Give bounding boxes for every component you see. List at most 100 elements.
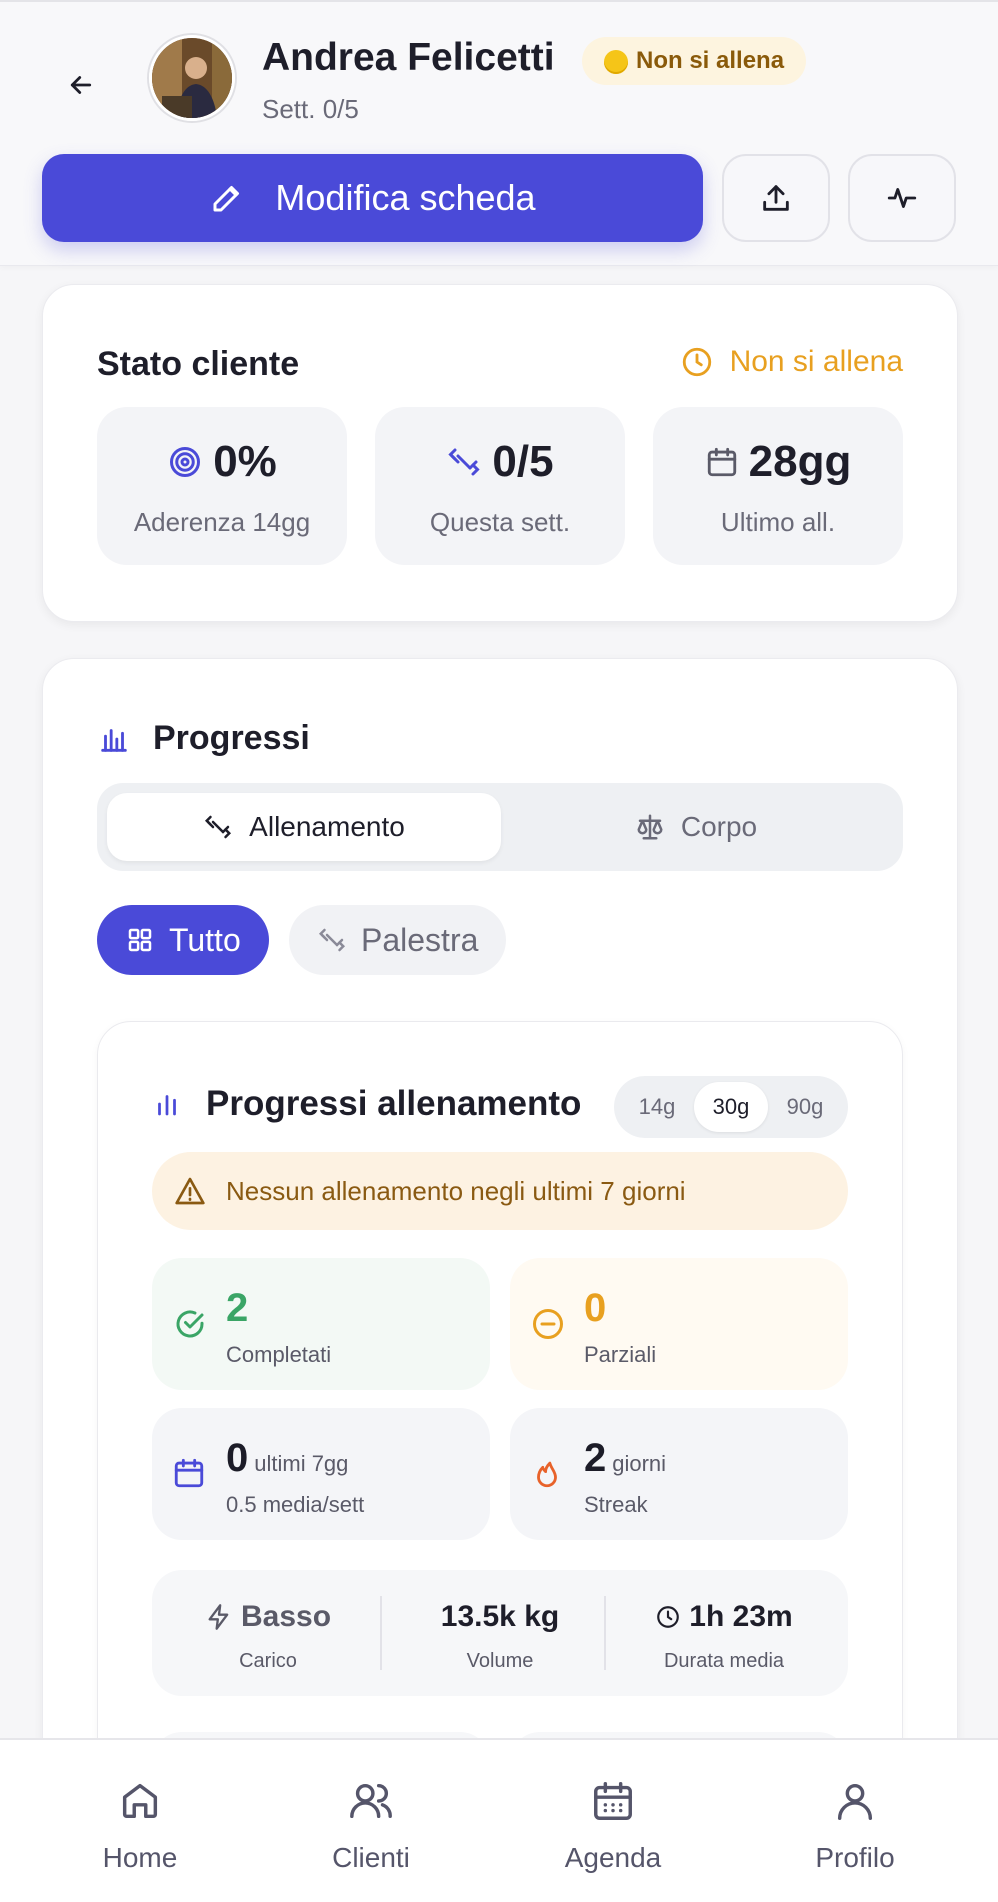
activity-button[interactable] [848, 154, 956, 242]
bar-chart-icon [101, 728, 127, 752]
scale-icon [637, 814, 663, 840]
stat-value: 0% [213, 437, 277, 486]
flame-icon [537, 1461, 557, 1488]
bar-chart-icon [158, 1095, 176, 1116]
metric-label: Parziali [584, 1342, 657, 1367]
stat-label: Ultimo all. [720, 507, 836, 537]
metric-unit: ultimi 7gg [254, 1451, 349, 1476]
workout-summary: Basso Carico 13.5k kg Volume 1h 23m Dura… [152, 1570, 848, 1696]
target-icon [170, 447, 201, 477]
client-status-indicator: Non si allena [680, 345, 903, 379]
minus-circle-icon [533, 1309, 563, 1339]
client-status-title: Stato cliente [97, 345, 300, 383]
user-icon [837, 1783, 873, 1820]
summary-label: Durata media [663, 1650, 785, 1672]
alert-text: Nessun allenamento negli ultimi 7 giorni [226, 1175, 686, 1206]
filter-chip-tutto[interactable]: Tutto [97, 905, 269, 975]
nav-agenda[interactable]: Agenda [523, 1778, 703, 1878]
workout-progress-header: Progressi allenamento [152, 1084, 581, 1124]
metric-value: 2 [226, 1286, 249, 1330]
clock-icon [682, 347, 711, 377]
avatar[interactable] [149, 35, 235, 121]
summary-divider [380, 1596, 382, 1670]
grid-icon [128, 928, 152, 952]
filter-chip-label: Tutto [169, 921, 241, 958]
home-icon [122, 1783, 158, 1819]
tab-label: Allenamento [249, 811, 405, 842]
lightning-icon [208, 1604, 229, 1630]
nav-label: Home [102, 1842, 178, 1873]
upload-icon [763, 185, 789, 211]
nav-home[interactable]: Home [50, 1778, 230, 1878]
header: Andrea Felicetti Non si allena Sett. 0/5… [0, 0, 998, 266]
tab-corpo[interactable]: Corpo [499, 793, 893, 861]
dumbbell-icon [205, 815, 232, 839]
edit-plan-label: Modifica scheda [275, 177, 536, 218]
calendar-icon [174, 1458, 204, 1488]
summary-load: Basso Carico [158, 1570, 378, 1696]
tab-allenamento[interactable]: Allenamento [107, 793, 501, 861]
week-progress: Sett. 0/5 [262, 94, 359, 124]
metric-label: Streak [584, 1492, 648, 1517]
stat-adherence: 0% Aderenza 14gg [97, 407, 347, 565]
workout-progress-title: Progressi allenamento [206, 1084, 582, 1123]
status-badge: Non si allena [582, 37, 807, 85]
range-14g[interactable]: 14g [620, 1082, 694, 1132]
metric-value: 2 [584, 1436, 607, 1480]
progress-title: Progressi [153, 719, 310, 757]
client-status-card: Stato cliente Non si allena 0% Aderenza … [42, 284, 958, 622]
metric-unit: giorni [612, 1451, 667, 1476]
summary-divider [604, 1596, 606, 1670]
nav-profilo[interactable]: Profilo [765, 1778, 945, 1878]
filter-chip-label: Palestra [361, 921, 479, 958]
metric-value: 0 [584, 1286, 607, 1330]
export-button[interactable] [722, 154, 830, 242]
stat-last-workout: 28gg Ultimo all. [653, 407, 903, 565]
range-30g[interactable]: 30g [694, 1082, 768, 1132]
clock-icon [657, 1606, 680, 1628]
bottom-navigation: Home Clienti Agenda Profilo [0, 1738, 998, 1902]
summary-volume: 13.5k kg Volume [390, 1570, 610, 1696]
back-button[interactable] [56, 60, 106, 110]
nav-label: Profilo [815, 1842, 895, 1873]
nav-label: Clienti [332, 1842, 410, 1873]
stat-label: Questa sett. [429, 507, 571, 537]
summary-value: Basso [240, 1600, 332, 1633]
metric-completed: 2 Completati [152, 1258, 490, 1390]
range-90g[interactable]: 90g [768, 1082, 842, 1132]
summary-value: 13.5k kg [440, 1600, 560, 1633]
metric-label: 0.5 media/sett [226, 1492, 365, 1517]
calendar-icon [594, 1782, 632, 1820]
summary-label: Volume [466, 1650, 534, 1672]
client-status-text: Non si allena [729, 345, 903, 378]
metric-value-row: 2 giorni [584, 1436, 666, 1481]
check-circle-icon [176, 1310, 204, 1338]
workout-progress-card: Progressi allenamento 14g 30g 90g Nessun… [97, 1021, 903, 1821]
tab-label: Corpo [680, 811, 758, 842]
arrow-left-icon [70, 76, 92, 94]
metric-last-7-days: 0 ultimi 7gg 0.5 media/sett [152, 1408, 490, 1540]
status-dot-icon [604, 50, 628, 74]
metric-label: Completati [226, 1342, 332, 1367]
progress-segmented-control: Allenamento Corpo [97, 783, 903, 871]
calendar-icon [707, 447, 736, 477]
filter-chip-palestra[interactable]: Palestra [289, 905, 507, 975]
warning-icon [175, 1177, 205, 1205]
progress-card: Progressi Allenamento Corpo Tutto Palest… [42, 658, 958, 1821]
users-icon [350, 1783, 392, 1819]
inactivity-alert: Nessun allenamento negli ultimi 7 giorni [152, 1152, 848, 1230]
edit-plan-button[interactable]: Modifica scheda [42, 154, 703, 242]
nav-clienti[interactable]: Clienti [281, 1778, 461, 1878]
stat-week: 0/5 Questa sett. [375, 407, 625, 565]
dumbbell-icon [318, 928, 346, 952]
stat-value: 0/5 [492, 437, 554, 486]
summary-duration: 1h 23m Durata media [614, 1570, 834, 1696]
nav-label: Agenda [564, 1842, 662, 1873]
range-selector: 14g 30g 90g [614, 1076, 848, 1138]
summary-label: Carico [239, 1650, 297, 1672]
metric-streak: 2 giorni Streak [510, 1408, 848, 1540]
pencil-icon [213, 186, 240, 212]
activity-icon [887, 188, 917, 208]
metric-value: 0 [226, 1436, 249, 1480]
stat-label: Aderenza 14gg [133, 507, 311, 537]
